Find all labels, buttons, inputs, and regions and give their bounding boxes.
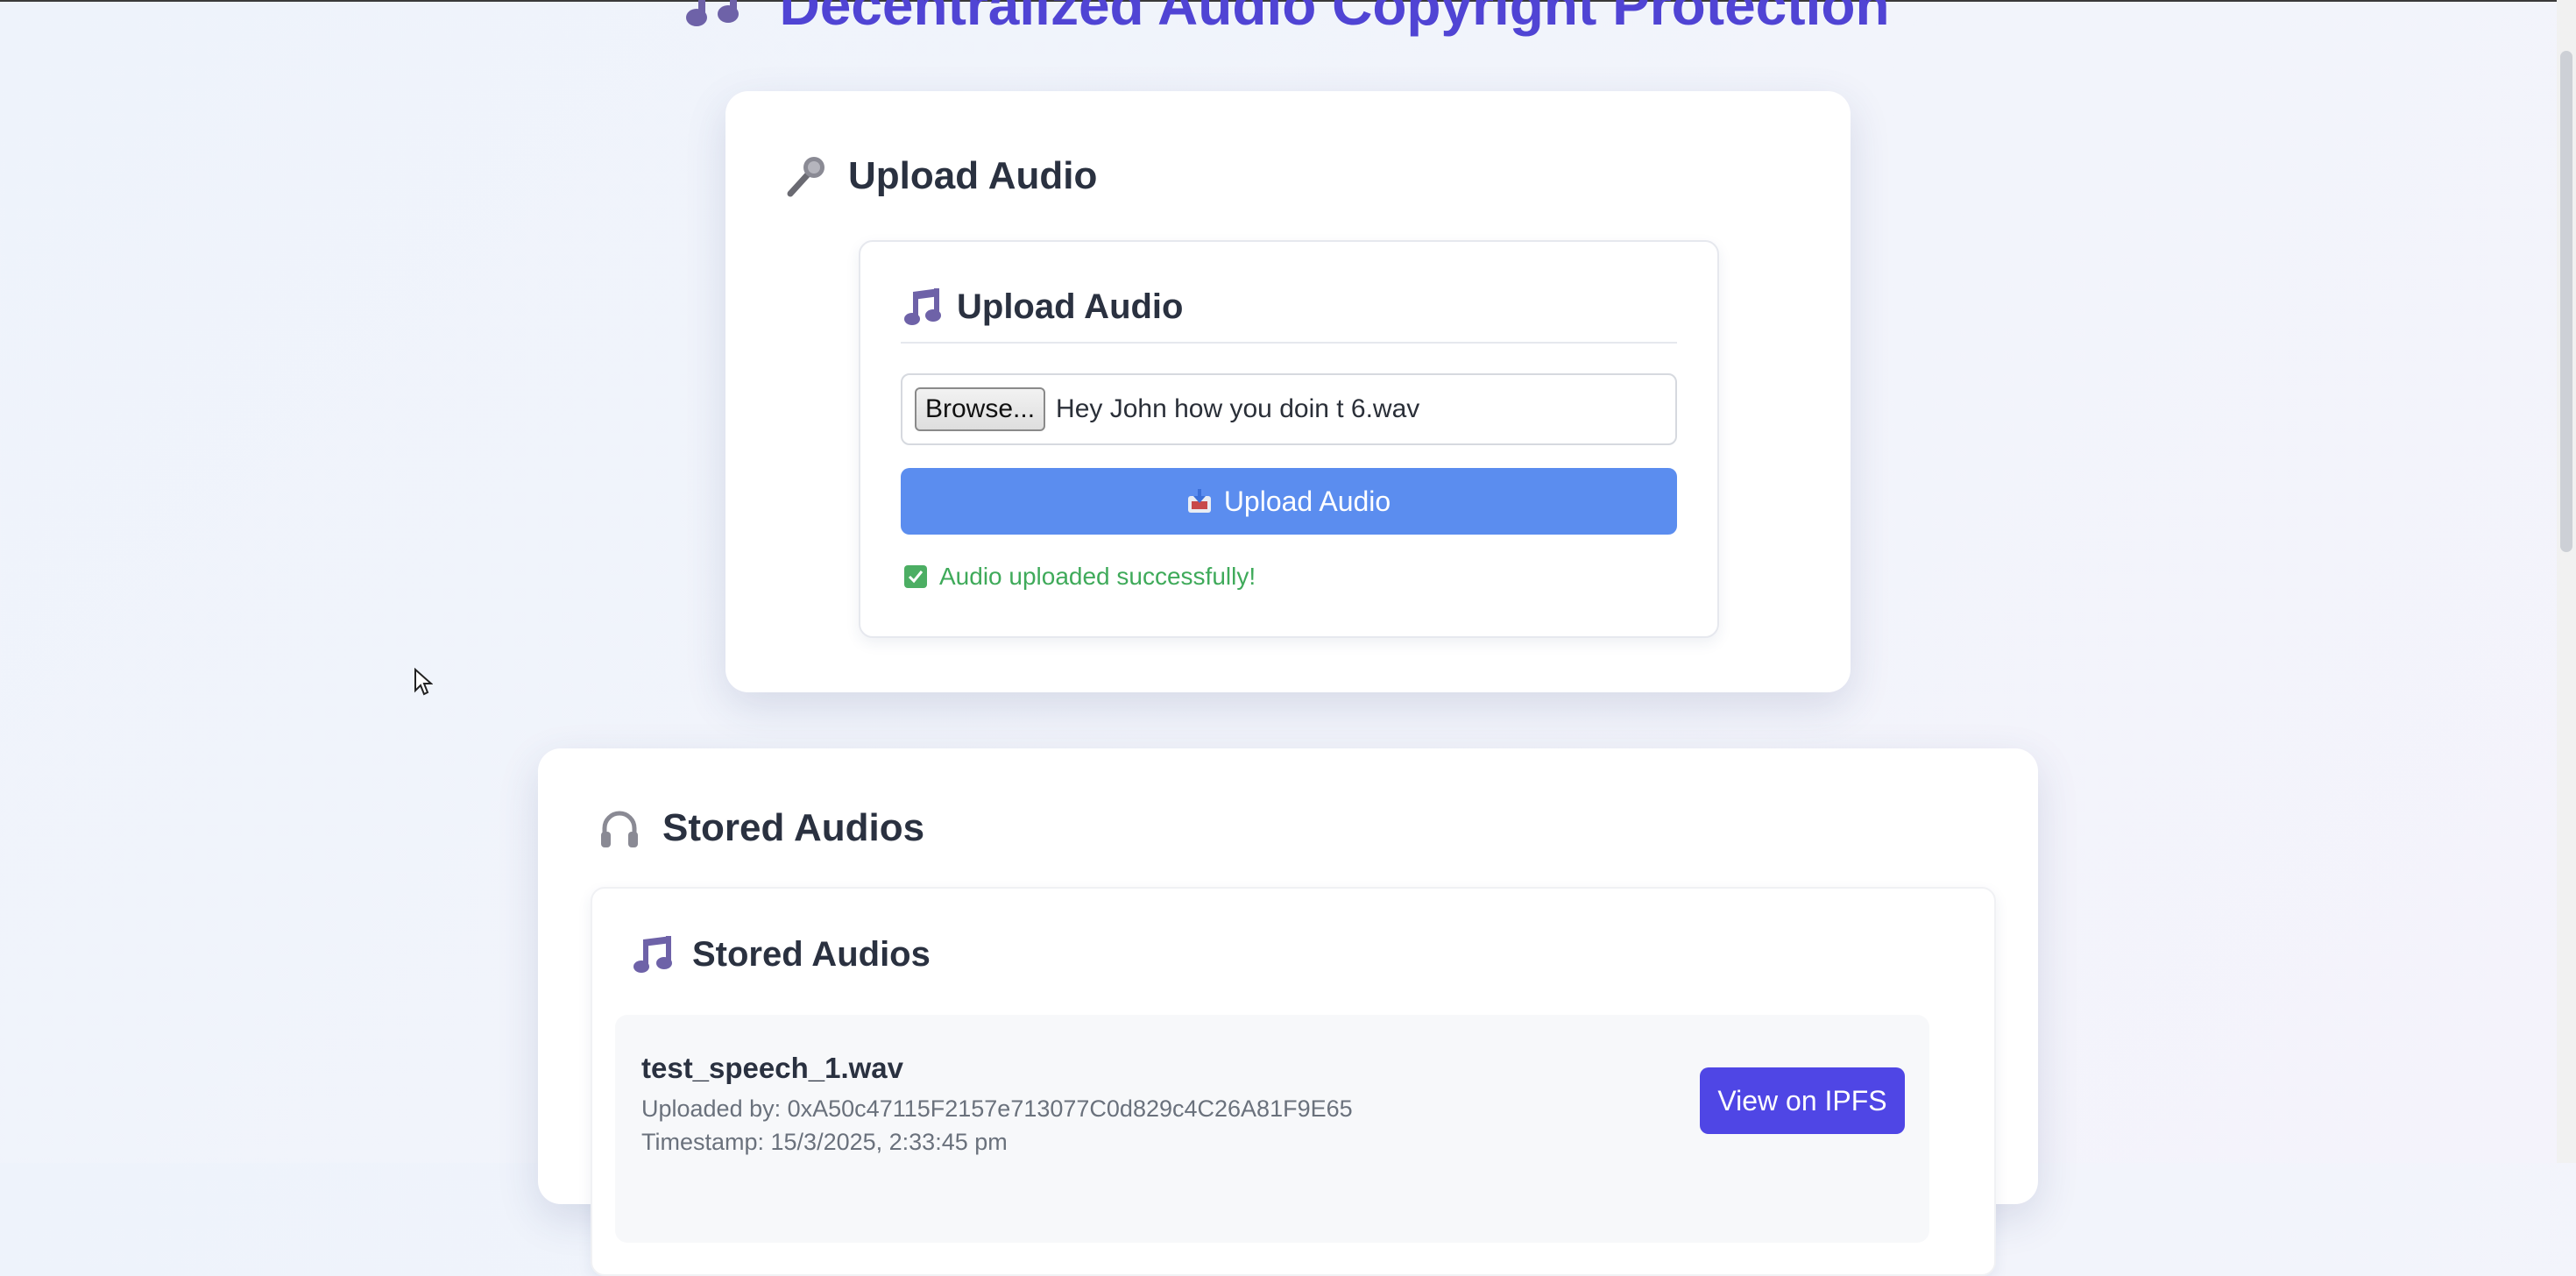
stored-list-panel: Stored Audios test_speech_1.wav Uploaded… [591, 887, 1996, 1276]
upload-status-text: Audio uploaded successfully! [939, 563, 1256, 590]
upload-audio-button[interactable]: Upload Audio [901, 468, 1677, 535]
page-scrollbar[interactable] [2557, 0, 2576, 1163]
stored-audios-card: Stored Audios Stored Audios test_speech_… [538, 748, 2038, 1276]
file-input[interactable]: Browse... Hey John how you doin t 6.wav [901, 373, 1677, 445]
upload-audio-card: Upload Audio Upload Audio Browse... Hey … [725, 91, 1851, 692]
selected-file-name: Hey John how you doin t 6.wav [1056, 394, 1420, 423]
mouse-cursor-icon [414, 668, 433, 696]
check-mark-icon [904, 565, 927, 588]
audio-file-name: test_speech_1.wav [641, 1052, 904, 1084]
stored-list-title: Stored Audios [692, 934, 931, 974]
upload-status: Audio uploaded successfully! [904, 563, 1256, 591]
upload-form-title: Upload Audio [957, 287, 1184, 326]
view-on-ipfs-button[interactable]: View on IPFS [1700, 1067, 1905, 1134]
upload-form-header: Upload Audio [904, 287, 1183, 327]
inbox-tray-icon [1187, 489, 1211, 513]
stored-card-header: Stored Audios [599, 806, 924, 850]
browse-button[interactable]: Browse... [915, 387, 1046, 431]
music-note-icon [904, 287, 941, 325]
upload-card-header: Upload Audio [785, 154, 1097, 198]
music-notes-icon [686, 0, 740, 26]
microphone-icon [787, 157, 824, 197]
stored-card-title: Stored Audios [662, 806, 925, 849]
uploader-address: Uploaded by: 0xA50c47115F2157e713077C0d8… [641, 1095, 1353, 1122]
header-divider [901, 342, 1677, 344]
upload-timestamp: Timestamp: 15/3/2025, 2:33:45 pm [641, 1129, 1008, 1155]
upload-form-panel: Upload Audio Browse... Hey John how you … [859, 240, 1719, 638]
stored-list-header: Stored Audios [633, 934, 931, 975]
music-notes-icon [633, 936, 672, 973]
upload-card-title: Upload Audio [848, 154, 1098, 197]
headphones-icon [601, 811, 638, 847]
page-title-text: Decentralized Audio Copyright Protection [779, 0, 1890, 37]
scrollbar-thumb[interactable] [2560, 51, 2572, 552]
page-title: Decentralized Audio Copyright Protection [0, 0, 2576, 40]
list-item: test_speech_1.wav Uploaded by: 0xA50c471… [615, 1015, 1929, 1243]
upload-button-label: Upload Audio [1223, 485, 1391, 517]
